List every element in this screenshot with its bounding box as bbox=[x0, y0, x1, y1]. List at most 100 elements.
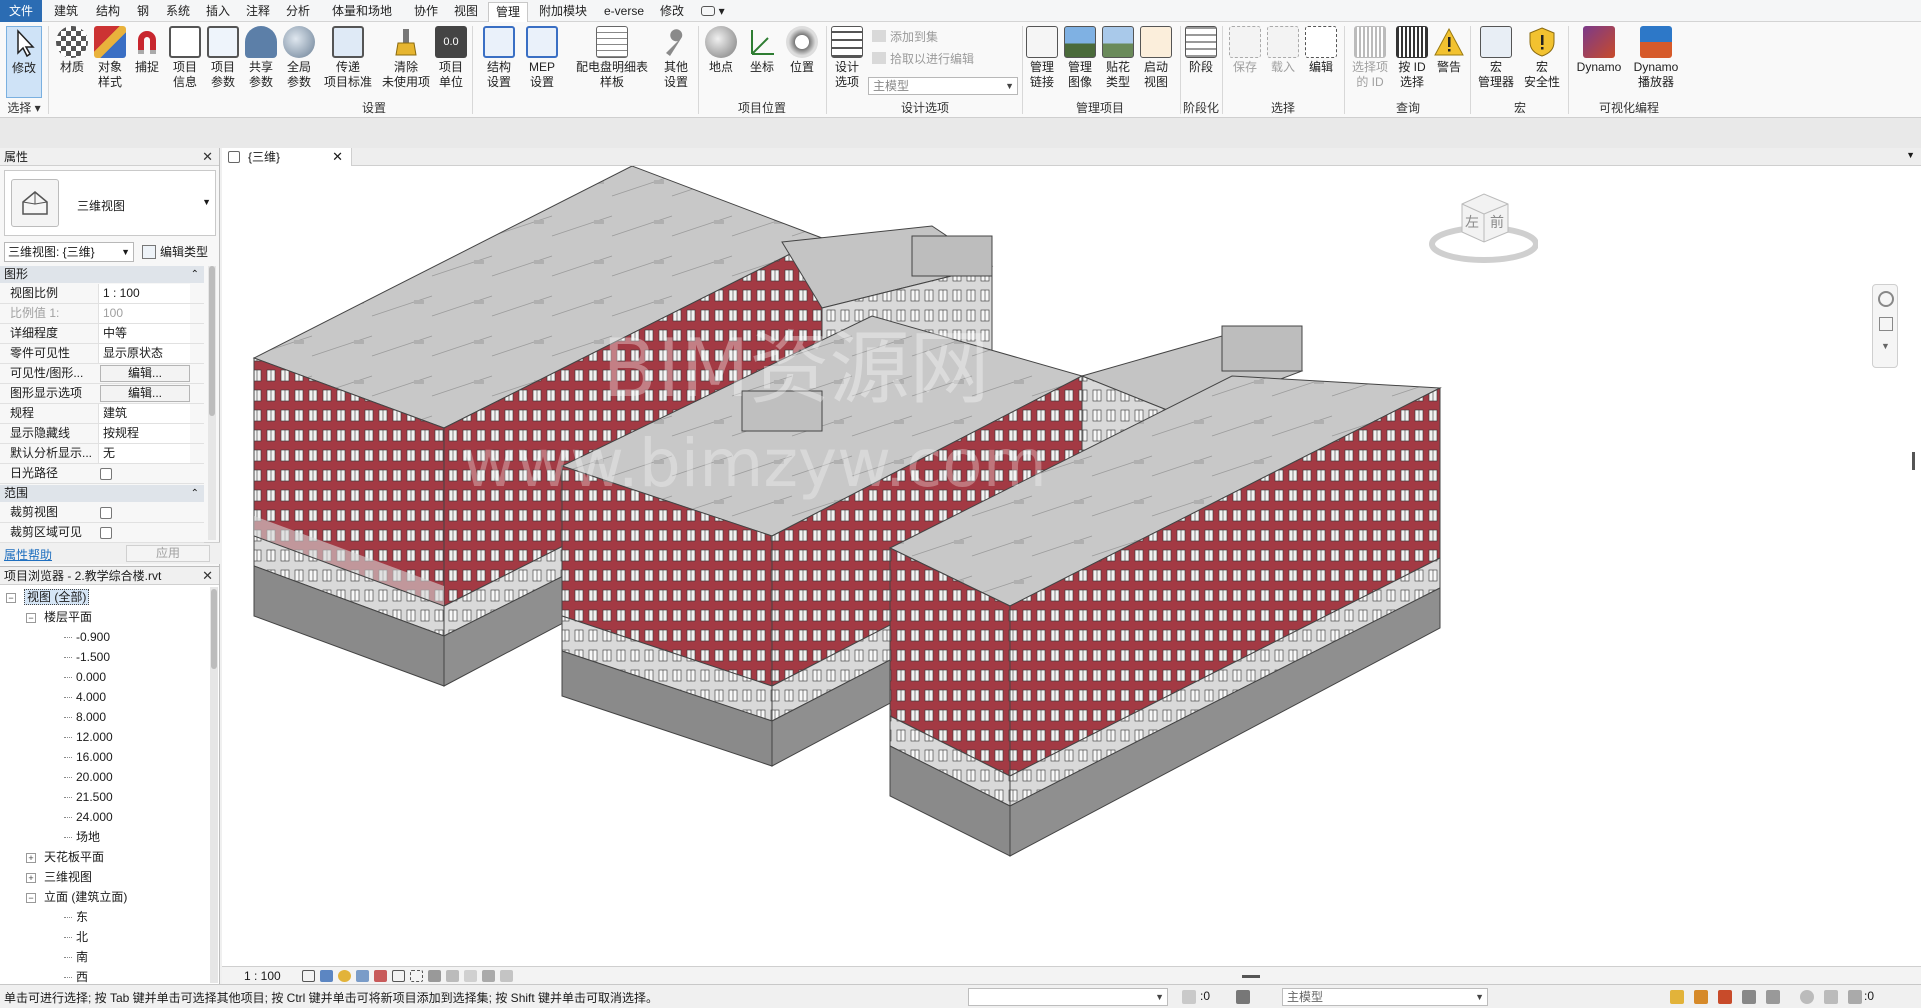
chevron-down-icon[interactable]: ▼ bbox=[1906, 150, 1915, 160]
graphics-icon[interactable] bbox=[1824, 990, 1838, 1004]
crop-view-icon[interactable] bbox=[392, 970, 405, 982]
tab-architecture[interactable]: 建筑 bbox=[46, 2, 86, 22]
browser-tree-item[interactable]: 西 bbox=[64, 967, 88, 983]
browser-tree-item[interactable]: 16.000 bbox=[64, 747, 113, 767]
background-process-icon[interactable] bbox=[1800, 990, 1814, 1004]
analytical-model-icon[interactable] bbox=[482, 970, 495, 982]
design-option-status-combo[interactable]: 主模型 ▼ bbox=[1282, 988, 1488, 1006]
property-row[interactable]: 零件可见性 显示原状态 bbox=[0, 344, 204, 364]
tab-collaborate[interactable]: 协作 bbox=[408, 2, 444, 22]
instance-filter-select[interactable]: 三维视图: {三维} ▼ bbox=[4, 242, 134, 262]
tab-analyze[interactable]: 分析 bbox=[280, 2, 316, 22]
design-options-button[interactable]: 设计 选项 bbox=[830, 26, 864, 98]
transfer-project-standards-button[interactable]: 传递 项目标准 bbox=[320, 26, 376, 98]
manage-links-button[interactable]: 管理 链接 bbox=[1024, 26, 1060, 98]
shared-parameters-button[interactable]: 共享 参数 bbox=[244, 26, 278, 98]
browser-tree-item[interactable]: − 视图 (全部) bbox=[6, 587, 90, 607]
property-value[interactable]: 中等 bbox=[98, 324, 190, 343]
edit-type-button[interactable]: 编辑类型 bbox=[140, 242, 208, 262]
collapse-icon[interactable]: − bbox=[26, 613, 36, 623]
properties-help-link[interactable]: 属性帮助 bbox=[4, 546, 52, 563]
sun-path-icon[interactable] bbox=[338, 970, 351, 982]
tab-systems[interactable]: 系统 bbox=[160, 2, 196, 22]
macro-security-button[interactable]: 宏 安全性 bbox=[1520, 26, 1564, 98]
property-value[interactable]: 显示原状态 bbox=[98, 344, 190, 363]
decal-types-button[interactable]: 贴花 类型 bbox=[1100, 26, 1136, 98]
property-row[interactable]: 比例值 1: 100 bbox=[0, 304, 204, 324]
group-extents[interactable]: 范围 ⌃ bbox=[0, 485, 204, 502]
tab-addins[interactable]: 附加模块 bbox=[532, 2, 594, 22]
load-selection-button[interactable]: 载入 bbox=[1266, 26, 1300, 98]
property-row[interactable]: 裁剪区域可见 bbox=[0, 523, 204, 543]
property-row[interactable]: 视图比例 1 : 100 bbox=[0, 284, 204, 304]
browser-tree-item[interactable]: 21.500 bbox=[64, 787, 113, 807]
tab-3d-view[interactable]: {三维} ✕ bbox=[222, 148, 352, 166]
tab-e-verse[interactable]: e-verse bbox=[598, 2, 650, 22]
scroll-thumb[interactable] bbox=[209, 266, 215, 416]
browser-tree-item[interactable]: 北 bbox=[64, 927, 88, 947]
property-checkbox[interactable] bbox=[100, 507, 112, 519]
property-value[interactable]: 按规程 bbox=[98, 424, 190, 443]
position-button[interactable]: 位置 bbox=[784, 26, 820, 98]
view-scale[interactable]: 1 : 100 bbox=[244, 967, 281, 985]
close-icon[interactable]: ✕ bbox=[202, 148, 213, 166]
tab-overflow-menu[interactable]: ▾ bbox=[696, 2, 730, 22]
expand-icon[interactable]: + bbox=[26, 873, 36, 883]
tab-file[interactable]: 文件 bbox=[0, 0, 42, 22]
additional-settings-button[interactable]: 其他 设置 bbox=[656, 26, 696, 98]
property-row[interactable]: 默认分析显示... 无 bbox=[0, 444, 204, 464]
edit-selection-button[interactable]: 编辑 bbox=[1304, 26, 1338, 98]
viewcube[interactable]: 左 前 bbox=[1428, 184, 1539, 266]
property-row[interactable]: 日光路径 bbox=[0, 464, 204, 484]
panel-schedule-templates-button[interactable]: 配电盘明细表 样板 bbox=[572, 26, 652, 98]
browser-tree-item[interactable]: 8.000 bbox=[64, 707, 106, 727]
crop-region-icon[interactable] bbox=[410, 970, 423, 982]
visual-style-icon[interactable] bbox=[320, 970, 333, 982]
manage-images-button[interactable]: 管理 图像 bbox=[1062, 26, 1098, 98]
purge-unused-button[interactable]: 清除 未使用项 bbox=[378, 26, 434, 98]
tab-steel[interactable]: 钢 bbox=[130, 2, 156, 22]
select-by-id-button[interactable]: 按 ID 选择 bbox=[1394, 26, 1430, 98]
apply-button[interactable]: 应用 bbox=[126, 545, 210, 562]
browser-tree-item[interactable]: + 三维视图 bbox=[26, 867, 92, 887]
zoom-icon[interactable] bbox=[1879, 317, 1893, 331]
browser-tree-item[interactable]: 东 bbox=[64, 907, 88, 927]
group-graphics[interactable]: 图形 ⌃ bbox=[0, 266, 204, 283]
starting-view-button[interactable]: 启动 视图 bbox=[1138, 26, 1174, 98]
property-row[interactable]: 可见性/图形... 编辑... bbox=[0, 364, 204, 384]
ids-of-selection-button[interactable]: 选择项 的 ID bbox=[1348, 26, 1392, 98]
snaps-button[interactable]: 捕捉 bbox=[130, 26, 164, 98]
edit-button[interactable]: 编辑... bbox=[100, 365, 190, 382]
pick-to-edit-button[interactable]: 拾取以进行编辑 bbox=[872, 50, 974, 68]
mep-settings-button[interactable]: MEP 设置 bbox=[522, 26, 562, 98]
highlight-displacement-icon[interactable] bbox=[500, 970, 513, 982]
global-parameters-button[interactable]: 全局 参数 bbox=[282, 26, 316, 98]
property-checkbox[interactable] bbox=[100, 527, 112, 539]
property-row[interactable]: 裁剪视图 bbox=[0, 503, 204, 523]
browser-tree-item[interactable]: -1.500 bbox=[64, 647, 110, 667]
workset-combo[interactable]: ▼ bbox=[968, 988, 1168, 1006]
select-by-face-icon[interactable] bbox=[1742, 990, 1756, 1004]
design-option-icon[interactable] bbox=[1236, 990, 1250, 1004]
property-value[interactable]: 无 bbox=[98, 444, 190, 463]
property-value[interactable]: 100 bbox=[98, 304, 190, 323]
close-icon[interactable]: ✕ bbox=[202, 567, 213, 585]
browser-tree-item[interactable]: 4.000 bbox=[64, 687, 106, 707]
horizontal-scroll-marker[interactable] bbox=[1242, 975, 1260, 978]
vertical-scroll-marker[interactable] bbox=[1912, 452, 1915, 470]
macro-manager-button[interactable]: 宏 管理器 bbox=[1474, 26, 1518, 98]
object-styles-button[interactable]: 对象 样式 bbox=[92, 26, 128, 98]
shadows-icon[interactable] bbox=[356, 970, 369, 982]
dynamo-button[interactable]: Dynamo bbox=[1572, 26, 1626, 98]
drawing-area[interactable]: BIM资源网 www.bimzyw.com 左 前 ▼ bbox=[222, 166, 1921, 966]
edit-button[interactable]: 编辑... bbox=[100, 385, 190, 402]
tab-view[interactable]: 视图 bbox=[448, 2, 484, 22]
temporary-hide-icon[interactable] bbox=[446, 970, 459, 982]
tab-manage[interactable]: 管理 bbox=[488, 2, 528, 22]
tab-structure[interactable]: 结构 bbox=[90, 2, 126, 22]
panel-label-select[interactable]: 选择 ▾ bbox=[0, 100, 48, 116]
properties-scrollbar[interactable] bbox=[208, 266, 216, 540]
project-parameters-button[interactable]: 项目 参数 bbox=[206, 26, 240, 98]
browser-scrollbar[interactable] bbox=[210, 587, 218, 983]
design-option-combo[interactable]: 主模型 ▼ bbox=[868, 77, 1018, 95]
